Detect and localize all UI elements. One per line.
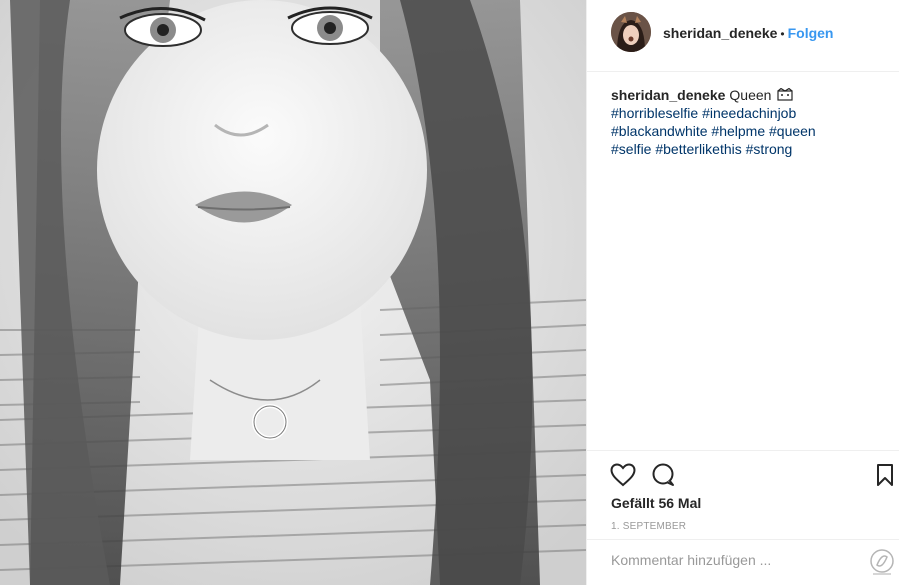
- hashtag-link[interactable]: #ineedachinjob: [702, 105, 796, 121]
- crown-icon: [777, 87, 793, 101]
- author-username[interactable]: sheridan_deneke: [663, 25, 777, 41]
- caption-line-2: #horribleselfie #ineedachinjob: [611, 104, 891, 122]
- hashtag-link[interactable]: #queen: [769, 123, 816, 139]
- caption-line-1: sheridan_deneke Queen: [611, 86, 891, 104]
- post-caption: sheridan_deneke Queen #horribleselfie #in…: [611, 86, 891, 158]
- post-actions: Gefällt 56 Mal 1. SEPTEMBER: [587, 450, 899, 580]
- hashtag-link[interactable]: #horribleselfie: [611, 105, 698, 121]
- comment-input[interactable]: [611, 550, 841, 570]
- post-sidebar: sheridan_deneke • Folgen sheridan_deneke Qu…: [586, 0, 907, 585]
- swirl-icon[interactable]: [869, 548, 895, 576]
- hashtag-link[interactable]: #betterlikethis: [655, 141, 741, 157]
- comment-form: [587, 539, 899, 581]
- post-date[interactable]: 1. SEPTEMBER: [611, 521, 686, 532]
- heart-icon[interactable]: [610, 463, 636, 487]
- follow-button[interactable]: Folgen: [788, 25, 834, 41]
- caption-line-4: #selfie #betterlikethis #strong: [611, 140, 891, 158]
- post-photo[interactable]: [0, 0, 586, 585]
- likes-count[interactable]: Gefällt 56 Mal: [611, 495, 701, 511]
- bookmark-icon[interactable]: [874, 463, 896, 487]
- hashtag-link[interactable]: #selfie: [611, 141, 651, 157]
- post-author-line: sheridan_deneke • Folgen: [663, 25, 833, 41]
- caption-line-3: #blackandwhite #helpme #queen: [611, 122, 891, 140]
- hashtag-link[interactable]: #strong: [746, 141, 793, 157]
- caption-username[interactable]: sheridan_deneke: [611, 87, 725, 103]
- separator-dot: •: [780, 27, 785, 41]
- hashtag-link[interactable]: #blackandwhite: [611, 123, 708, 139]
- hashtag-link[interactable]: #helpme: [711, 123, 765, 139]
- comment-icon[interactable]: [651, 463, 675, 487]
- selfie-image: [0, 0, 586, 585]
- avatar[interactable]: [611, 12, 651, 52]
- post-header: sheridan_deneke • Folgen: [587, 0, 899, 72]
- caption-text: Queen: [729, 87, 772, 103]
